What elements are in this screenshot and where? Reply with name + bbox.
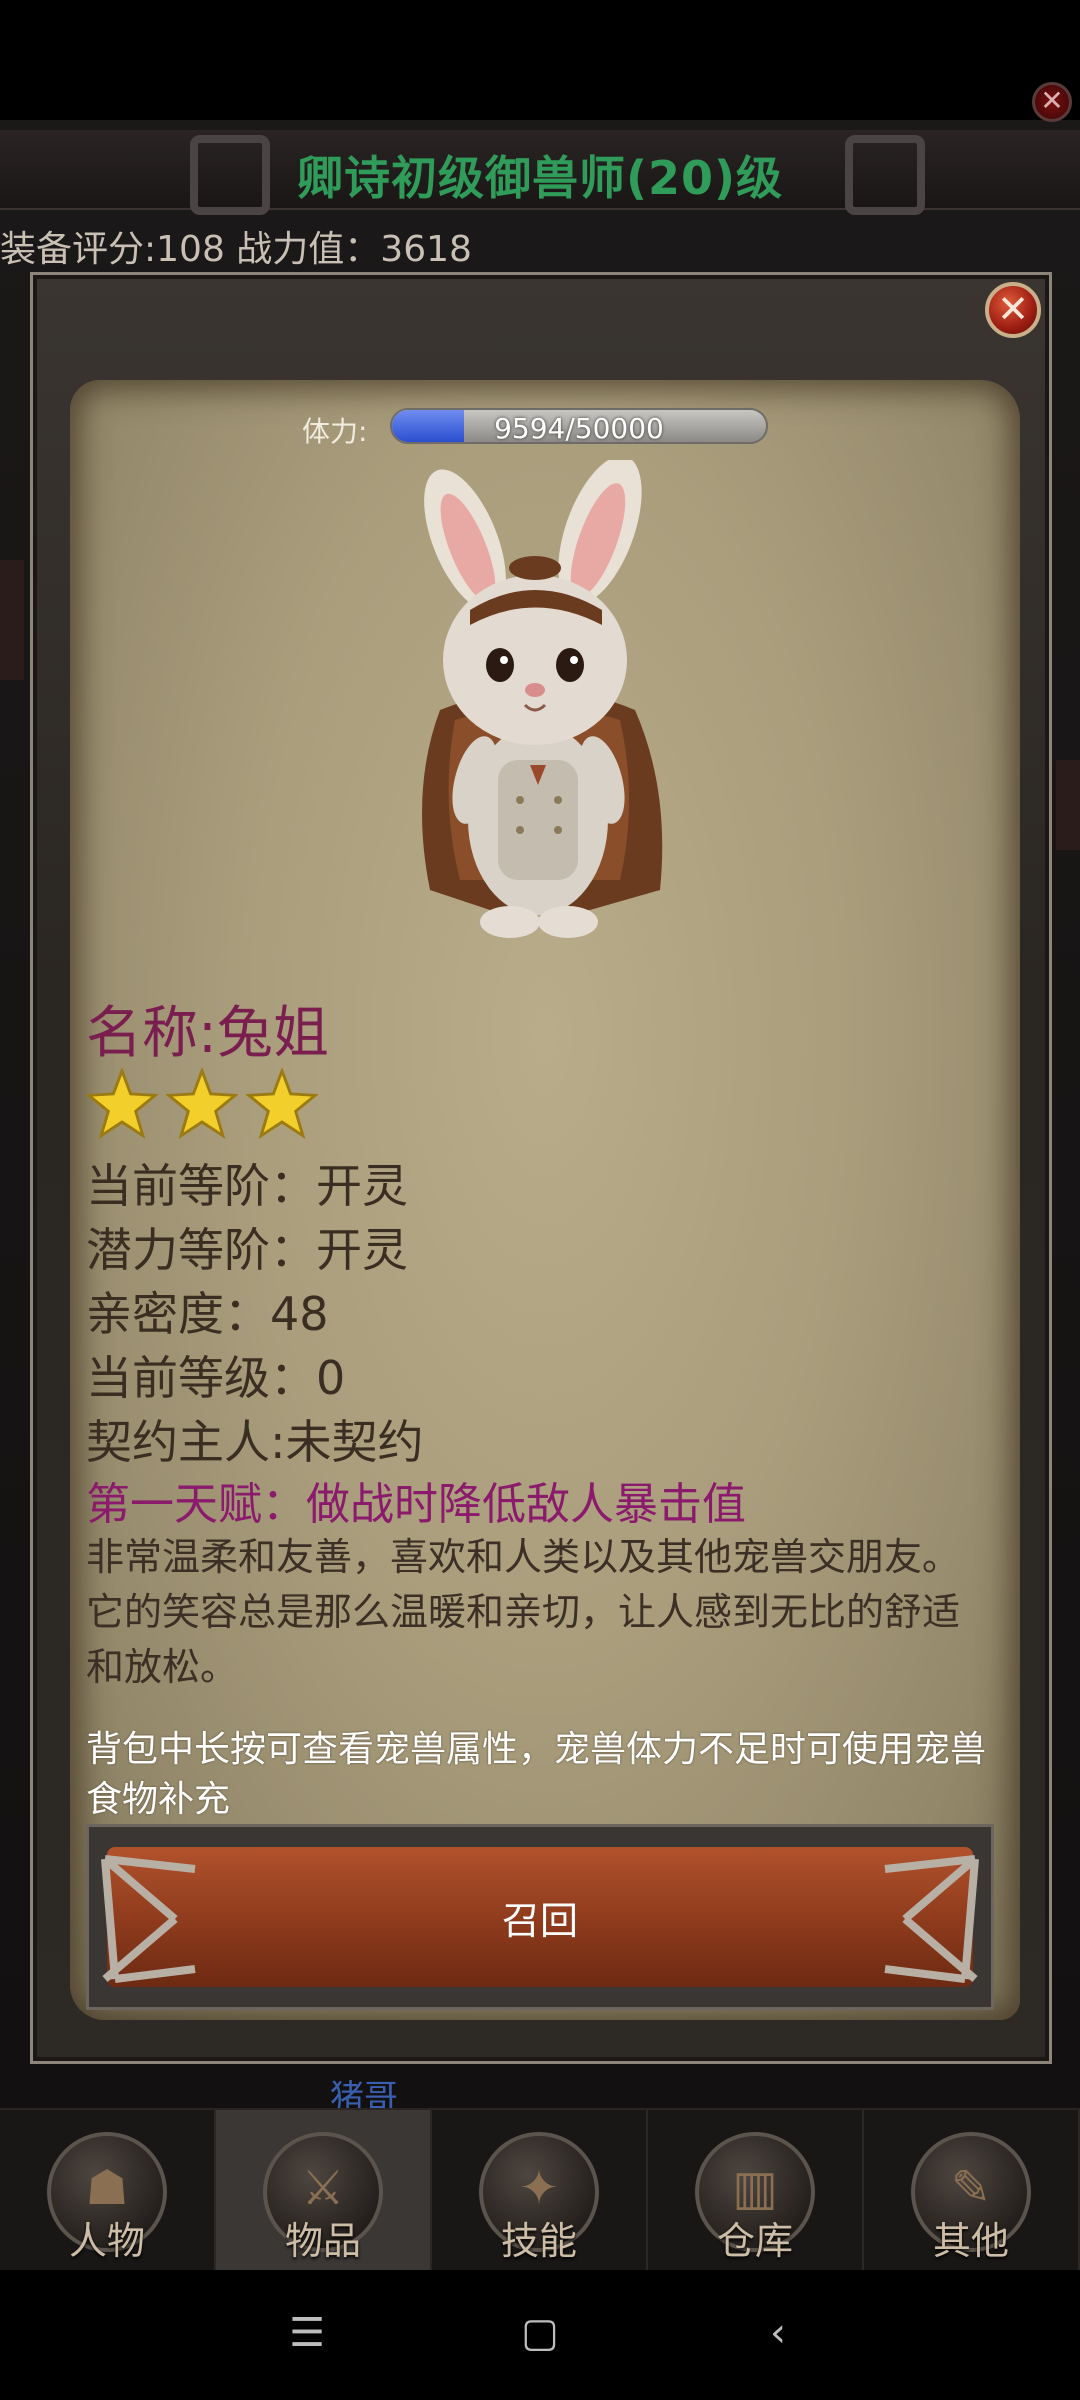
menu-icon[interactable]: ☰ (277, 2310, 337, 2360)
usage-hint: 背包中长按可查看宠兽属性，宠兽体力不足时可使用宠兽食物补充 (86, 1729, 987, 1820)
tab-label: 仓库 (716, 2219, 793, 2263)
close-icon[interactable]: ✕ (985, 282, 1041, 338)
pet-rabbit-image (422, 460, 663, 938)
character-title: 卿诗初级御兽师(20)级 (296, 151, 784, 205)
pet-description: 非常温柔和友善，喜欢和人类以及其他宠兽交朋友。它的笑容总是那么温暖和亲切，让人感… (86, 1535, 961, 1689)
system-nav-bar: ☰ ▢ ‹ (0, 2270, 1080, 2400)
equipment-score: 装备评分:108 战力值：3618 (0, 229, 472, 270)
tab-skills[interactable]: ✦ 技能 (432, 2110, 648, 2270)
star-icon (166, 1068, 238, 1140)
other-icon-glyph: ✎ (950, 2160, 992, 2216)
side-slot (0, 560, 24, 680)
pet-name: 名称:兔姐 (86, 1001, 329, 1066)
star-icon (86, 1068, 158, 1140)
current-rank: 当前等阶：开灵 (86, 1159, 408, 1213)
tab-other[interactable]: ✎ 其他 (864, 2110, 1080, 2270)
recall-button[interactable]: 召回 (86, 1824, 994, 2010)
home-icon[interactable]: ▢ (510, 2310, 570, 2360)
stamina-value: 9594/50000 (494, 412, 664, 444)
contract-owner: 契约主人:未契约 (86, 1415, 424, 1469)
stamina-bar: 9594/50000 (390, 408, 768, 444)
tab-label: 人物 (68, 2219, 145, 2263)
skills-icon-glyph: ✦ (518, 2160, 560, 2216)
warehouse-icon-glyph: ▥ (732, 2160, 778, 2216)
back-icon[interactable]: ‹ (748, 2310, 808, 2360)
background-close-icon[interactable]: ✕ (1032, 82, 1072, 122)
tab-character[interactable]: ☗ 人物 (0, 2110, 216, 2270)
character-icon-glyph: ☗ (85, 2160, 129, 2216)
first-talent: 第一天赋：做战时降低敌人暴击值 (86, 1479, 746, 1530)
bottom-tab-bar: ☗ 人物 ⚔ 物品 ✦ 技能 ▥ 仓库 ✎ 其他 (0, 2108, 1080, 2270)
current-level: 当前等级：0 (86, 1351, 346, 1405)
tab-label: 技能 (500, 2219, 577, 2263)
side-slot (1056, 760, 1080, 850)
tab-items[interactable]: ⚔ 物品 (216, 2110, 432, 2270)
intimacy: 亲密度：48 (86, 1287, 329, 1341)
recall-label: 召回 (501, 1899, 578, 1943)
star-icon (246, 1068, 318, 1140)
items-icon-glyph: ⚔ (301, 2160, 345, 2216)
tab-warehouse[interactable]: ▥ 仓库 (648, 2110, 864, 2270)
stamina-label: 体力: (302, 415, 368, 448)
tab-label: 其他 (932, 2219, 1009, 2263)
star-rating (86, 1068, 318, 1140)
potential-rank: 潜力等阶：开灵 (86, 1223, 408, 1277)
tab-label: 物品 (284, 2219, 361, 2263)
